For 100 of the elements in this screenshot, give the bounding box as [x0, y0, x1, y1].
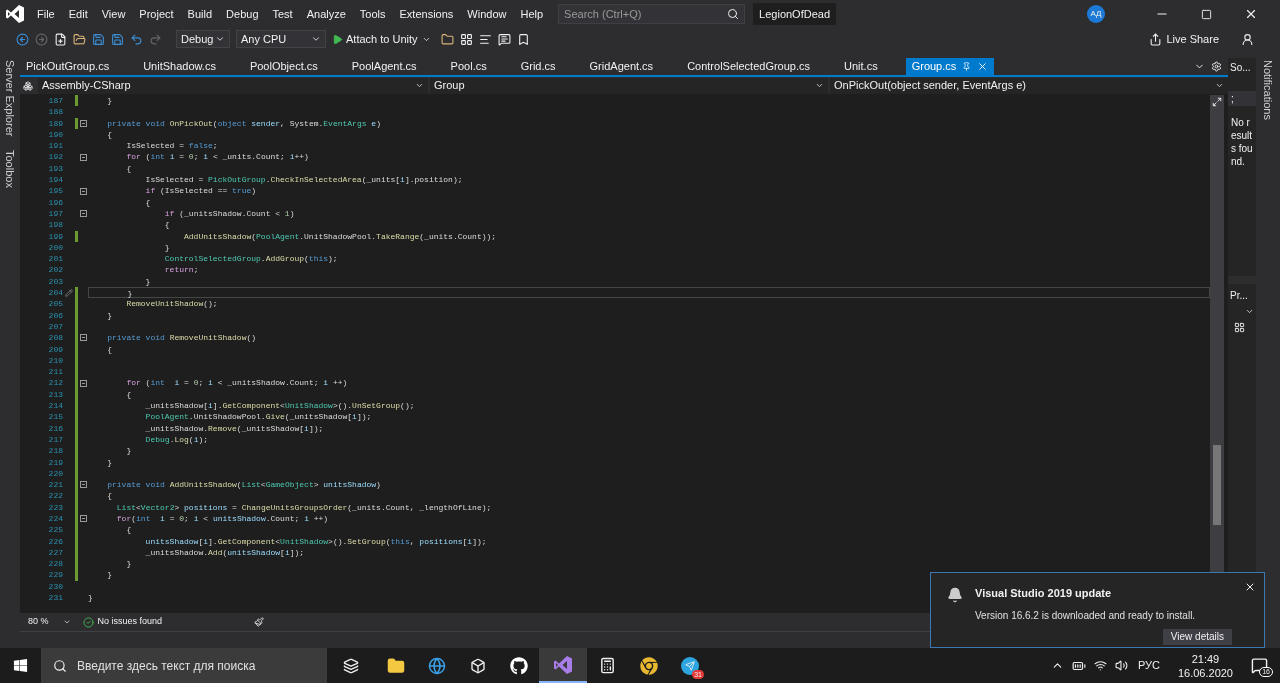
folder-icon[interactable] [73, 32, 86, 46]
side-tab[interactable]: Server Explorer [1, 60, 19, 137]
github-icon[interactable] [509, 656, 528, 675]
close-icon[interactable] [1244, 581, 1256, 593]
code-line: } [126, 288, 133, 298]
new-file-icon[interactable] [54, 32, 67, 46]
platform-dropdown[interactable]: Any CPU [236, 30, 326, 48]
menu-item[interactable]: Project [132, 5, 181, 23]
member-dropdown[interactable]: OnPickOut(object sender, EventArgs e) [830, 77, 1228, 94]
document-tab[interactable]: PoolObject.cs [243, 58, 324, 75]
volume-icon[interactable] [1114, 659, 1128, 672]
document-tab[interactable]: Grid.cs [514, 58, 562, 75]
dropdown-icon[interactable] [1245, 307, 1254, 316]
check-icon [82, 616, 94, 628]
zoom-dropdown[interactable]: 80 % [28, 615, 71, 629]
pin-icon[interactable] [962, 62, 972, 71]
folder-icon[interactable] [440, 32, 454, 46]
task-view-icon[interactable] [343, 657, 359, 674]
side-tab[interactable]: Toolbox [1, 150, 19, 189]
view-details-button[interactable]: View details [1162, 628, 1232, 645]
taskbar-search-box[interactable]: Введите здесь текст для поиска [41, 648, 327, 683]
menu-item[interactable]: Test [265, 5, 300, 23]
calculator-icon[interactable] [599, 657, 616, 674]
close-icon[interactable] [1244, 7, 1258, 21]
type-dropdown[interactable]: Group [430, 77, 828, 94]
back-icon[interactable] [16, 32, 29, 46]
clock-time: 21:49 [1191, 651, 1220, 666]
collapse-icon[interactable] [79, 210, 87, 218]
brush-icon[interactable] [254, 617, 265, 627]
menu-item[interactable]: File [30, 5, 62, 23]
document-tab[interactable]: Pool.cs [444, 58, 493, 75]
start-icon[interactable] [13, 658, 28, 673]
menu-item[interactable]: Edit [61, 5, 95, 23]
search-box[interactable]: Search (Ctrl+Q) [558, 4, 746, 24]
menu-item[interactable]: Tools [352, 5, 393, 23]
document-tab[interactable]: ControlSelectedGroup.cs [681, 58, 817, 75]
search-icon[interactable] [727, 8, 740, 20]
logo-icon[interactable] [5, 4, 25, 24]
menu-item[interactable]: Extensions [392, 5, 461, 23]
project-dropdown[interactable]: Assembly-CSharp [38, 77, 428, 94]
document-tab[interactable]: PoolAgent.cs [345, 58, 423, 75]
bookmark-icon[interactable] [516, 32, 530, 46]
issues-status[interactable]: No issues found [97, 615, 163, 629]
folder-icon[interactable] [386, 656, 405, 675]
line-number: 194 [47, 174, 63, 186]
collapse-icon[interactable] [79, 481, 87, 489]
undo-icon[interactable] [130, 32, 143, 46]
play-icon[interactable] [332, 33, 343, 45]
document-tab[interactable]: Unit.cs [838, 58, 884, 75]
line-number: 227 [47, 546, 63, 559]
maximize-icon[interactable] [1201, 8, 1212, 20]
user-avatar[interactable]: АД [1087, 5, 1105, 23]
code-line: ControlSelectedGroup.AddGroup(this); [163, 253, 338, 265]
attach-button[interactable]: Attach to Unity [346, 30, 435, 48]
configuration-dropdown[interactable]: Debug [176, 30, 230, 48]
menu-item[interactable]: Build [180, 5, 220, 23]
document-tab[interactable]: Group.cs [905, 58, 995, 75]
save-all-icon[interactable] [111, 32, 124, 46]
menu-item[interactable]: Help [513, 5, 551, 23]
save-icon[interactable] [92, 32, 105, 46]
live-share-button[interactable]: Live Share [1166, 30, 1219, 48]
feedback-icon[interactable] [1241, 32, 1254, 46]
scrollbar-thumb[interactable] [1213, 445, 1221, 525]
grid-icon[interactable] [459, 32, 473, 46]
chrome-icon[interactable] [639, 656, 658, 675]
search-icon[interactable] [53, 658, 67, 673]
collapse-icon[interactable] [79, 119, 87, 127]
search-field[interactable]: Search (Ctrl+Q) [559, 5, 728, 23]
collapse-icon[interactable] [79, 334, 87, 342]
document-tab[interactable]: GridAgent.cs [583, 58, 660, 75]
code-line: PoolAgent.UnitShadowPool.Give(_unitsShadow[i]); [144, 411, 372, 423]
notifications-tab[interactable]: Notifications [1259, 60, 1277, 120]
search-field[interactable]: ; [1228, 91, 1256, 106]
wifi-icon[interactable] [1093, 659, 1107, 672]
split-icon[interactable] [1212, 97, 1222, 107]
panel-title[interactable]: So... [1228, 58, 1256, 77]
properties-icon[interactable] [1234, 322, 1245, 333]
menu-item[interactable]: View [94, 5, 133, 23]
cube-icon[interactable] [469, 657, 486, 674]
settings-icon[interactable] [1211, 61, 1222, 72]
app-logo-icon[interactable] [553, 654, 573, 675]
collapse-icon[interactable] [79, 153, 87, 161]
menu-item[interactable]: Window [460, 5, 514, 23]
collapse-icon[interactable] [79, 187, 87, 195]
indent-icon[interactable] [478, 32, 492, 46]
line-number: 193 [47, 162, 63, 175]
collapse-icon[interactable] [79, 379, 87, 387]
collapse-icon[interactable] [79, 515, 87, 523]
taskbar-search-field[interactable]: Введите здесь текст для поиска [67, 650, 317, 681]
document-tab[interactable]: PickOutGroup.cs [20, 58, 116, 75]
menu-item[interactable]: Debug [219, 5, 266, 23]
language-indicator[interactable]: РУС [1137, 657, 1160, 674]
comment-icon[interactable] [497, 32, 511, 46]
document-tab[interactable]: UnitShadow.cs [137, 58, 222, 75]
line-number: 212 [47, 377, 63, 389]
menu-item[interactable]: Analyze [299, 5, 353, 23]
panel-title[interactable]: Pr... [1228, 284, 1256, 307]
browser-icon[interactable] [427, 656, 446, 675]
line-number: 220 [47, 467, 63, 480]
share-icon[interactable] [1149, 32, 1163, 46]
